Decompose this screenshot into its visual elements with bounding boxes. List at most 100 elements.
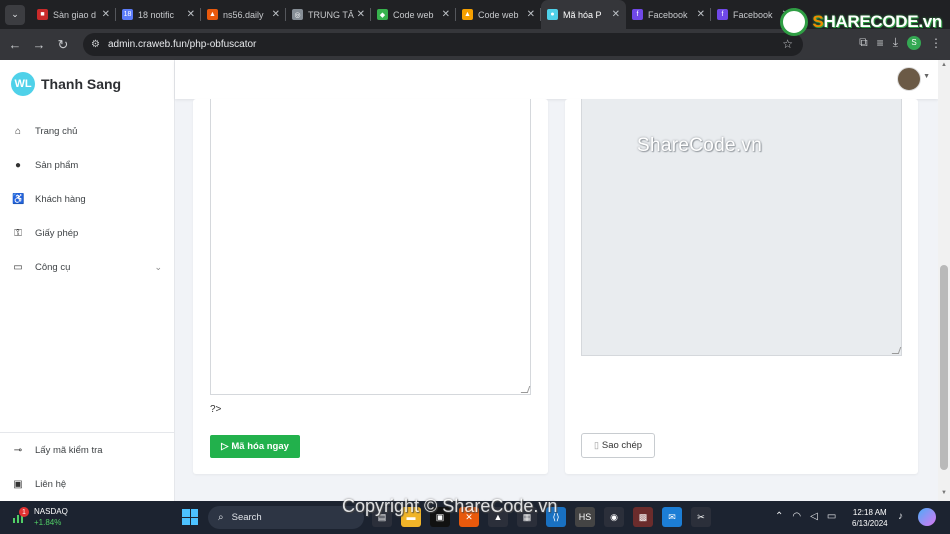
browser-tab[interactable]: f Facebook ✕ xyxy=(626,0,711,29)
license-icon: ⚿ xyxy=(14,227,22,239)
sidebar-item-label: Công cụ xyxy=(35,261,71,273)
scroll-down-icon[interactable]: ▼ xyxy=(940,490,948,496)
extensions-icon[interactable]: ⧉ xyxy=(859,35,868,50)
favicon-icon: 18 xyxy=(122,9,133,20)
bookmark-star-icon[interactable]: ☆ xyxy=(782,37,793,51)
top-header: ▼ xyxy=(175,60,938,99)
sidebar-item[interactable]: ⌂ Trang chủ xyxy=(0,114,174,148)
browser-tab[interactable]: ■ Sàn giao d ✕ xyxy=(31,0,116,29)
address-bar[interactable]: ⚙ admin.craweb.fun/php-obfuscator ☆ xyxy=(83,33,803,56)
customer-icon: ♿ xyxy=(12,193,25,205)
brand-name: Thanh Sang xyxy=(41,76,122,92)
chrome-icon[interactable]: ◉ xyxy=(604,507,624,527)
sidebar-item[interactable]: ♿ Khách hàng xyxy=(0,182,174,216)
key-icon: ⊸ xyxy=(13,444,23,456)
close-icon[interactable]: ✕ xyxy=(612,9,620,20)
tab-title: 18 notific xyxy=(138,9,175,20)
notification-badge: 1 xyxy=(19,507,29,517)
close-icon[interactable]: ✕ xyxy=(357,9,365,20)
notification-bell-icon[interactable]: ♪ xyxy=(898,511,903,522)
browser-tab[interactable]: ● Mã hóa P ✕ xyxy=(541,0,626,29)
sidebar-item[interactable]: ▣ Liên hệ xyxy=(0,467,174,501)
close-icon[interactable]: ✕ xyxy=(442,9,450,20)
reload-icon[interactable]: ↻ xyxy=(51,37,75,53)
clock-time: 12:18 AM xyxy=(852,508,887,517)
sharecode-logo-text: SHARECODE.vn xyxy=(812,12,942,31)
favicon-icon: f xyxy=(717,9,728,20)
mail-icon[interactable]: ✉ xyxy=(662,507,682,527)
home-icon: ⌂ xyxy=(14,125,22,137)
favicon-icon: ■ xyxy=(37,9,48,20)
url-text[interactable]: admin.craweb.fun/php-obfuscator xyxy=(108,39,256,50)
brand-logo: WL xyxy=(11,72,35,96)
volume-icon[interactable]: ◁ xyxy=(810,511,818,522)
resize-handle-icon[interactable] xyxy=(891,347,902,354)
windows-start-icon[interactable] xyxy=(182,509,198,525)
code-tail-text: ?> xyxy=(210,404,222,415)
tab-title: Mã hóa P xyxy=(563,9,602,20)
tab-title: TRUNG TÂ xyxy=(308,9,354,20)
copy-button-label: Sao chép xyxy=(601,440,643,451)
sidebar-item[interactable]: ⊸ Lấy mã kiểm tra xyxy=(0,433,174,467)
close-icon[interactable]: ✕ xyxy=(272,9,280,20)
scroll-thumb[interactable] xyxy=(940,265,948,470)
browser-tab[interactable]: 18 18 notific ✕ xyxy=(116,0,201,29)
copy-button[interactable]: ▯ Sao chép xyxy=(581,433,655,458)
scroll-up-icon[interactable]: ▲ xyxy=(940,62,948,68)
app-icon[interactable]: ▩ xyxy=(633,507,653,527)
hs-app-icon[interactable]: HS xyxy=(575,507,595,527)
sidebar-item[interactable]: ▭ Công cụ ⌄ xyxy=(0,250,174,284)
tab-title: Sàn giao d xyxy=(53,9,97,20)
copyright-watermark: Copyright © ShareCode.vn xyxy=(342,496,558,516)
sidebar-item-label: Khách hàng xyxy=(35,193,86,205)
contact-icon: ▣ xyxy=(13,478,23,490)
reading-list-icon[interactable]: ≡ xyxy=(877,36,884,50)
source-code-textarea[interactable] xyxy=(210,99,531,395)
sidebar-item[interactable]: ⚿ Giấy phép xyxy=(0,216,174,250)
forward-arrow-icon[interactable]: → xyxy=(27,37,51,52)
sharecode-watermark: ShareCode.vn xyxy=(637,135,763,156)
browser-tab[interactable]: ▲ ns56.daily ✕ xyxy=(201,0,286,29)
tab-search-button[interactable]: ⌄ xyxy=(5,4,25,25)
back-arrow-icon[interactable]: ← xyxy=(3,37,27,52)
wifi-icon[interactable]: ◠ xyxy=(792,511,801,522)
close-icon[interactable]: ✕ xyxy=(102,9,110,20)
battery-icon[interactable]: ▭ xyxy=(827,511,836,522)
close-icon[interactable]: ✕ xyxy=(187,9,195,20)
clock[interactable]: 12:18 AM 6/13/2024 xyxy=(852,507,888,529)
search-label: Search xyxy=(231,512,262,523)
favicon-icon: ● xyxy=(547,9,558,20)
browser-tab[interactable]: ◆ Code web ✕ xyxy=(371,0,456,29)
tab-title: Code web xyxy=(478,9,519,20)
search-icon: ⌕ xyxy=(218,512,224,523)
encrypt-button[interactable]: ▷ Mã hóa ngay xyxy=(210,435,300,458)
browser-tab[interactable]: ▲ Code web ✕ xyxy=(456,0,541,29)
sidebar-item-label: Trang chủ xyxy=(35,125,78,137)
play-icon: ▷ xyxy=(221,441,229,452)
caret-down-icon[interactable]: ▼ xyxy=(923,73,930,80)
snipping-icon[interactable]: ✂ xyxy=(691,507,711,527)
tab-list: ■ Sàn giao d ✕ 18 18 notific ✕ ▲ ns56.daily ✕ ◎ TR… xyxy=(31,0,796,29)
sidebar-bottom-menu: ⊸ Lấy mã kiểm tra ▣ Liên hệ xyxy=(0,432,174,501)
copilot-icon[interactable] xyxy=(918,508,936,526)
browser-tab[interactable]: ◎ TRUNG TÂ ✕ xyxy=(286,0,371,29)
sidebar-item[interactable]: ● Sản phẩm xyxy=(0,148,174,182)
profile-avatar[interactable]: S xyxy=(907,35,921,50)
sidebar-item-label: Liên hệ xyxy=(35,478,67,490)
sharecode-logo: SHARECODE.vn xyxy=(780,8,942,36)
menu-dots-icon[interactable]: ⋮ xyxy=(930,36,942,50)
site-info-icon[interactable]: ⚙ xyxy=(91,39,100,50)
user-avatar[interactable] xyxy=(897,67,921,91)
resize-handle-icon[interactable] xyxy=(520,386,531,393)
download-icon[interactable]: ⤓ xyxy=(893,35,898,50)
chart-up-icon: 1 xyxy=(12,507,29,524)
favicon-icon: ▲ xyxy=(462,9,473,20)
brand[interactable]: WL Thanh Sang xyxy=(0,60,174,108)
system-tray: ⌃ ◠ ◁ ▭ xyxy=(775,511,836,522)
stock-widget[interactable]: 1 NASDAQ +1.84% xyxy=(12,506,68,528)
chevron-up-icon[interactable]: ⌃ xyxy=(775,511,783,522)
close-icon[interactable]: ✕ xyxy=(697,9,705,20)
clipboard-icon: ▯ xyxy=(593,440,599,450)
close-icon[interactable]: ✕ xyxy=(527,9,535,20)
taskbar-search[interactable]: ⌕ Search xyxy=(208,506,364,529)
